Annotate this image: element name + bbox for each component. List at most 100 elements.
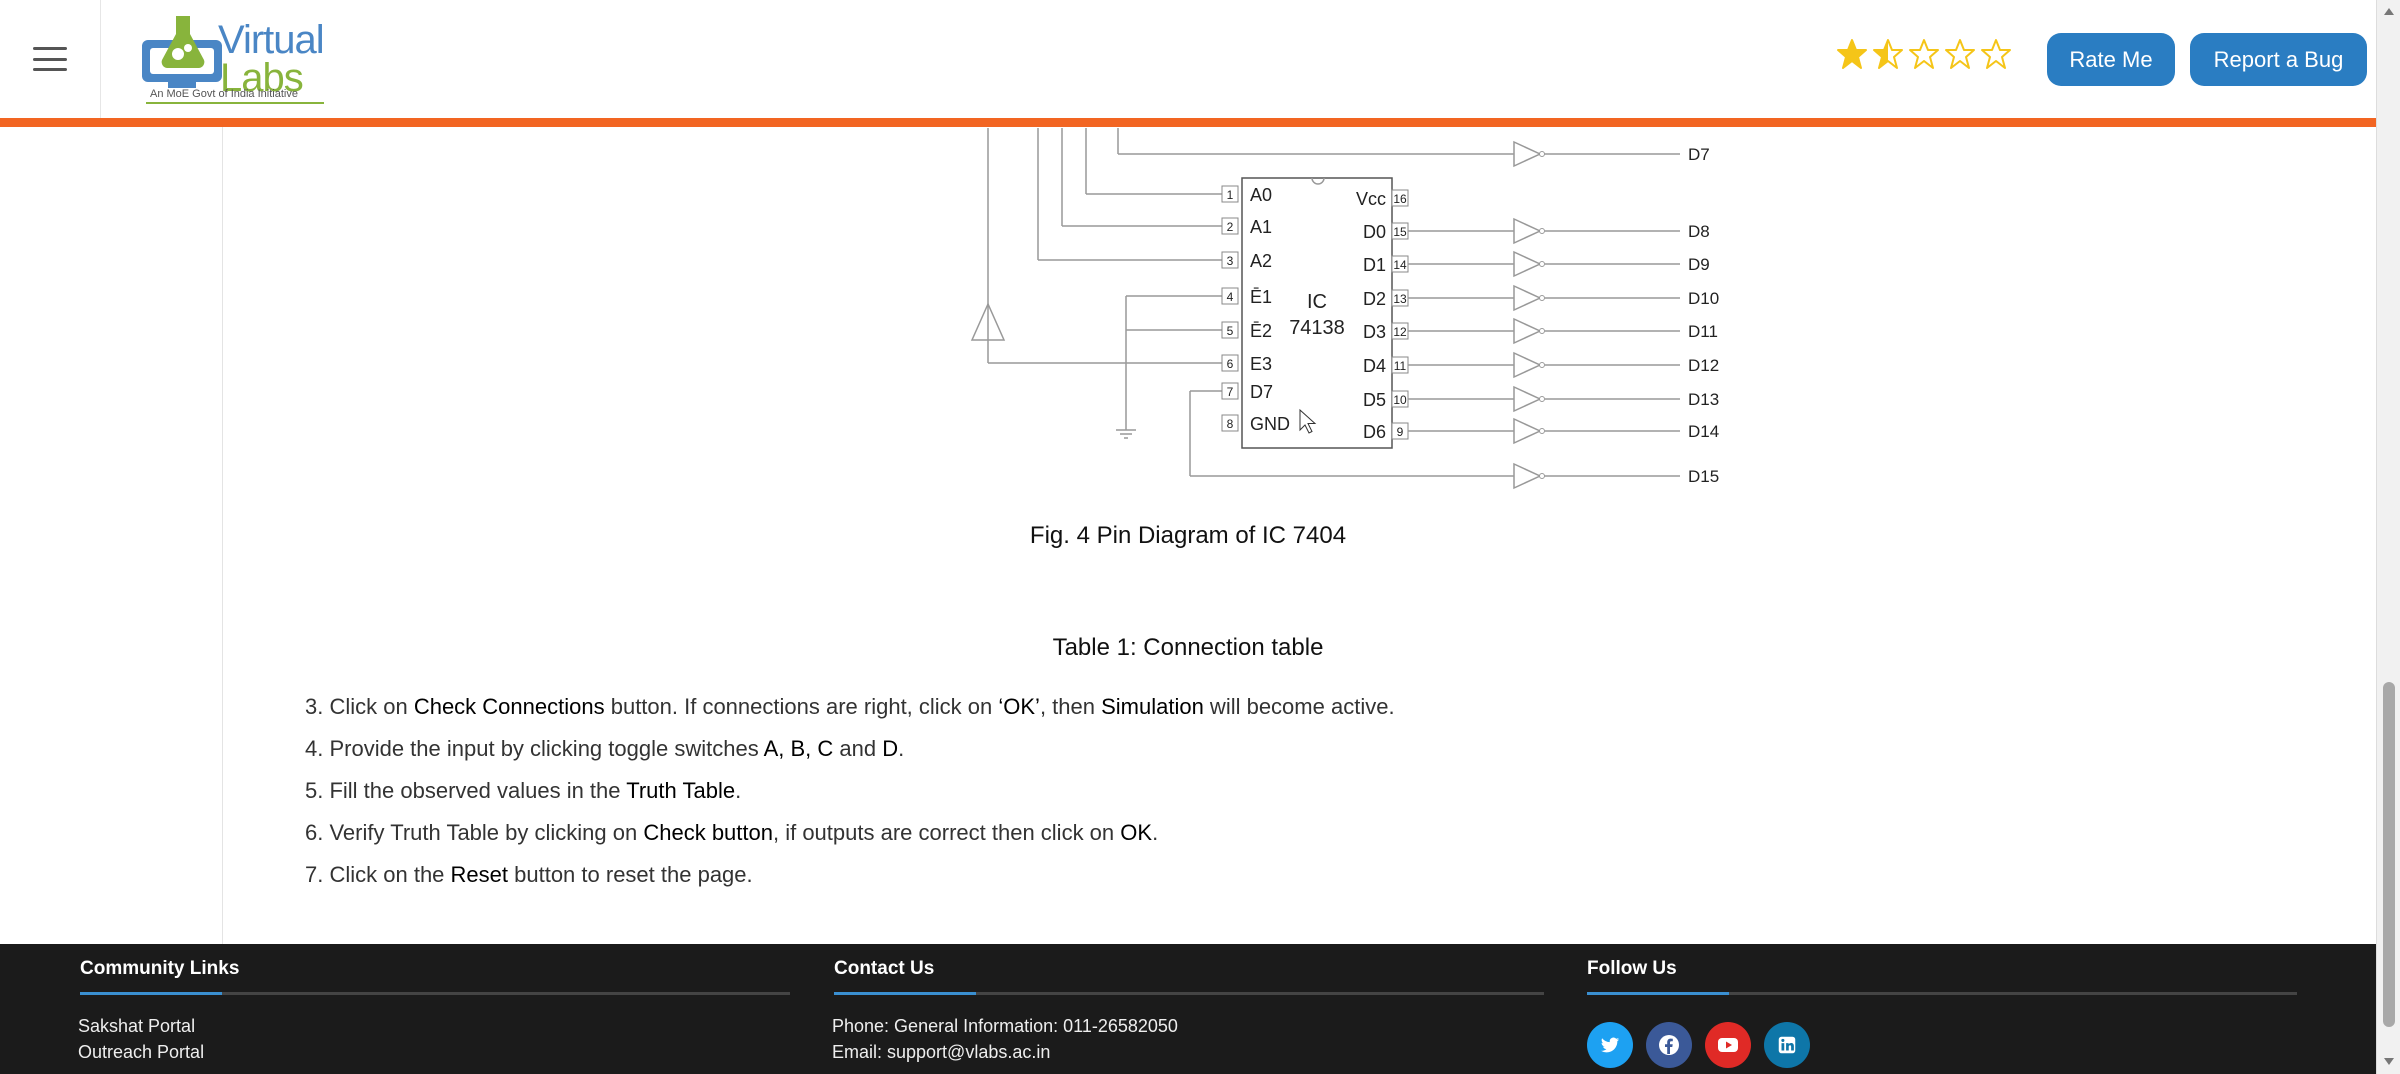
right-pin-number: 14 <box>1393 258 1407 272</box>
figure-caption: Fig. 4 Pin Diagram of IC 7404 <box>1029 522 1347 549</box>
output-label: D9 <box>1688 255 1710 274</box>
linkedin-icon[interactable] <box>1764 1022 1810 1068</box>
footer-community-title: Community Links <box>80 958 240 979</box>
left-pin-name: A2 <box>1250 251 1272 271</box>
step-item: 5. Fill the observed values in the Truth… <box>305 774 1395 816</box>
footer-divider <box>834 992 1544 995</box>
step-emphasis: Simulation <box>1101 694 1204 719</box>
virtual-labs-logo[interactable]: Virtual Labs An MoE Govt of India Initia… <box>128 8 348 108</box>
step-item: 3. Click on Check Connections button. If… <box>305 690 1395 732</box>
buffer-gate <box>1513 351 1542 379</box>
scroll-down-arrow-icon[interactable] <box>2384 1058 2394 1065</box>
footer-link-outreach[interactable]: Outreach Portal <box>78 1042 204 1063</box>
output-label: D11 <box>1688 322 1718 341</box>
left-pin-number: 2 <box>1227 220 1234 234</box>
hamburger-icon <box>33 47 67 71</box>
left-pin-number: 1 <box>1227 188 1234 202</box>
right-pin-number: 13 <box>1393 292 1407 306</box>
step-emphasis: Truth Table <box>626 778 736 803</box>
buffer-gate-bubble <box>1539 151 1545 157</box>
step-number: 3. <box>305 694 330 719</box>
right-pin-name: Vcc <box>1356 189 1386 209</box>
output-label: D13 <box>1688 390 1719 409</box>
buffer-gate <box>1513 250 1542 278</box>
right-pin-number: 11 <box>1394 359 1407 373</box>
left-pin-name: Ē1 <box>1250 287 1272 307</box>
buffer-gate-bubble <box>1539 228 1545 234</box>
step-text: Fill the observed values in the <box>329 778 627 803</box>
output-label: D8 <box>1688 222 1710 241</box>
logo-tagline: An MoE Govt of India Initiative <box>150 88 298 100</box>
twitter-icon[interactable] <box>1587 1022 1633 1068</box>
right-pin-name: D0 <box>1363 222 1386 242</box>
pin-diagram: 1 A0 2 A1 3 A2 4 Ē1 5 Ē2 6 E3 7 D7 8 GND 16 Vcc 15 D0 14 D1 13… <box>970 128 1719 490</box>
step-emphasis: OK <box>1120 820 1153 845</box>
step-item: 7. Click on the Reset button to reset th… <box>305 858 1395 900</box>
footer-contact-title: Contact Us <box>834 958 935 979</box>
star-icon[interactable] <box>1944 38 1976 70</box>
output-label: D12 <box>1688 356 1719 375</box>
step-text: Verify Truth Table by clicking on <box>329 820 644 845</box>
star-icon[interactable] <box>1980 38 2012 70</box>
star-icon[interactable] <box>1908 38 1940 70</box>
right-pin-name: D2 <box>1363 289 1386 309</box>
instruction-steps: 3. Click on Check Connections button. If… <box>305 690 1395 900</box>
scroll-up-arrow-icon[interactable] <box>2384 8 2394 15</box>
rating-stars[interactable] <box>1836 38 2012 70</box>
step-emphasis: Reset <box>450 862 509 887</box>
buffer-gate <box>1513 140 1542 168</box>
footer-email[interactable]: Email: support@vlabs.ac.in <box>832 1042 1050 1063</box>
step-text: Click on <box>329 694 414 719</box>
footer-link-sakshat[interactable]: Sakshat Portal <box>78 1016 195 1037</box>
buffer-gate-bubble <box>1539 362 1545 368</box>
left-pin-name: E3 <box>1250 354 1272 374</box>
buffer-gate-bubble <box>1539 295 1545 301</box>
output-label: D15 <box>1688 467 1719 486</box>
buffer-gate <box>1513 462 1542 490</box>
step-emphasis: ‘OK’ <box>998 694 1040 719</box>
left-pin-name: A0 <box>1250 185 1272 205</box>
buffer-gate-bubble <box>1539 428 1545 434</box>
right-pin-number: 9 <box>1397 425 1404 439</box>
star-icon[interactable] <box>1872 38 1904 70</box>
output-label: D14 <box>1688 422 1719 441</box>
buffer-gate-bubble <box>1539 261 1545 267</box>
star-icon[interactable] <box>1836 38 1868 70</box>
site-footer: Community Links Sakshat Portal Outreach … <box>0 944 2376 1074</box>
ic-number: 74138 <box>1289 317 1345 339</box>
left-pin-number: 3 <box>1227 254 1234 268</box>
rate-me-button[interactable]: Rate Me <box>2047 33 2175 86</box>
facebook-icon[interactable] <box>1646 1022 1692 1068</box>
right-pin-number: 16 <box>1393 192 1407 206</box>
buffer-gate-bubble <box>1539 396 1545 402</box>
step-item: 6. Verify Truth Table by clicking on Che… <box>305 816 1395 858</box>
buffer-gate <box>1513 417 1542 445</box>
step-text: . <box>1152 820 1159 845</box>
left-pin-number: 4 <box>1227 290 1234 304</box>
step-text: . <box>735 778 742 803</box>
output-label: D7 <box>1688 145 1710 164</box>
left-pin-name: D7 <box>1250 382 1273 402</box>
left-pin-name: A1 <box>1250 217 1272 237</box>
step-text: button to reset the page. <box>508 862 753 887</box>
youtube-icon[interactable] <box>1705 1022 1751 1068</box>
left-pin-number: 5 <box>1227 324 1234 338</box>
ic-label: IC <box>1307 291 1327 313</box>
logo-underline <box>146 102 324 104</box>
scroll-thumb[interactable] <box>2383 682 2395 1027</box>
step-text: button. If connections are right, click … <box>604 694 999 719</box>
page-scrollbar[interactable] <box>2376 0 2400 1074</box>
step-number: 6. <box>305 820 330 845</box>
right-pin-number: 12 <box>1393 325 1407 339</box>
buffer-gate-bubble <box>1539 473 1545 479</box>
footer-follow-title: Follow Us <box>1587 958 1677 979</box>
buffer-gate-bubble <box>1539 328 1545 334</box>
output-label: D10 <box>1688 289 1719 308</box>
right-pin-number: 15 <box>1393 225 1407 239</box>
report-bug-button[interactable]: Report a Bug <box>2190 33 2367 86</box>
step-text: . <box>898 736 905 761</box>
left-pin-number: 8 <box>1227 417 1234 431</box>
site-header: Virtual Labs An MoE Govt of India Initia… <box>0 0 2376 127</box>
menu-button[interactable] <box>0 0 101 118</box>
table-caption: Table 1: Connection table <box>1052 634 1324 661</box>
